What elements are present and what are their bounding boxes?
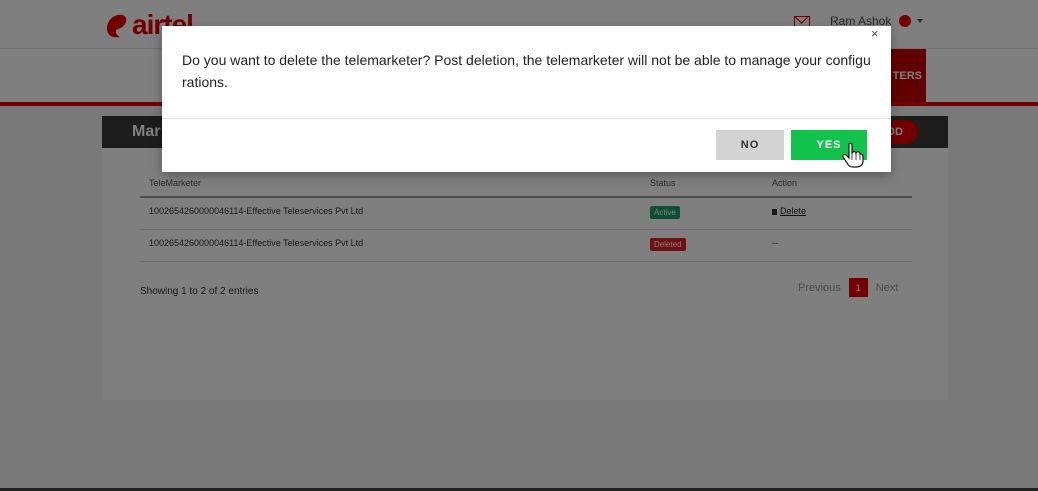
no-button[interactable]: NO	[716, 130, 784, 160]
delete-confirmation-dialog: × Do you want to delete the telemarketer…	[162, 26, 891, 172]
hand-cursor-icon	[842, 142, 864, 168]
dialog-message: Do you want to delete the telemarketer? …	[182, 52, 871, 90]
close-icon[interactable]: ×	[871, 26, 879, 41]
dialog-divider	[162, 118, 891, 119]
